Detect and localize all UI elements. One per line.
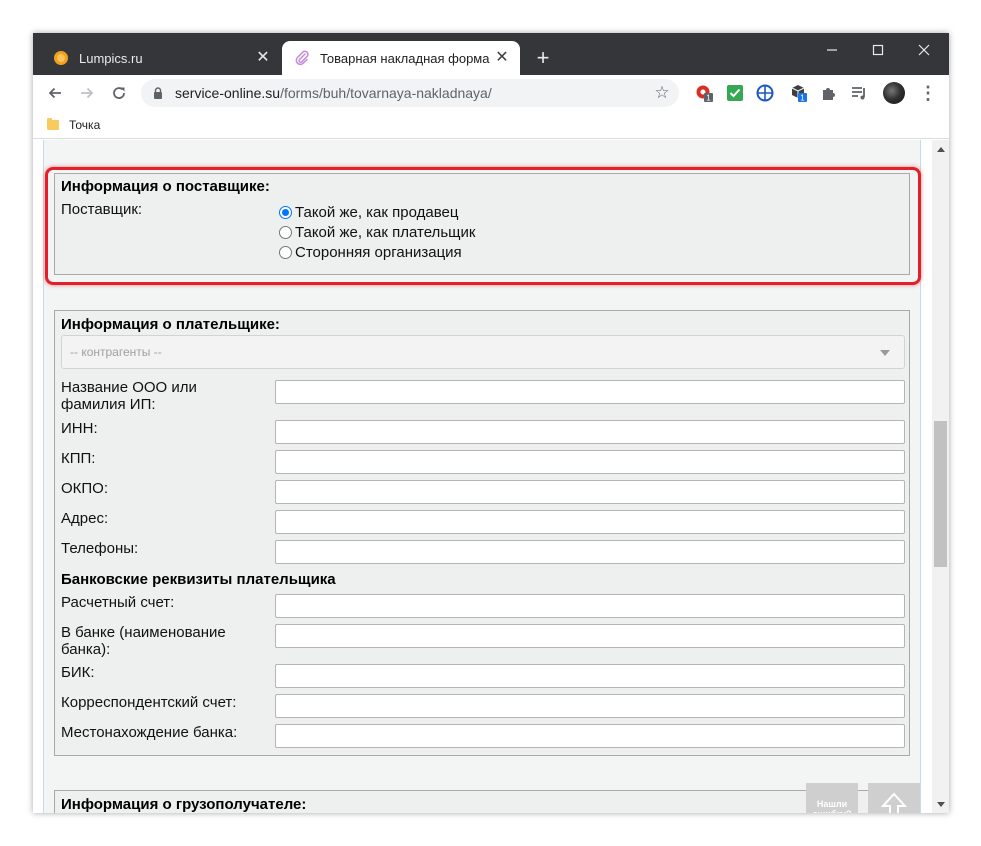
arrow-left-icon bbox=[48, 87, 61, 99]
consignee-title: Информация о грузополучателе: bbox=[61, 796, 307, 813]
tab-title: Lumpics.ru bbox=[79, 50, 143, 66]
arrow-up-icon bbox=[881, 792, 907, 813]
reload-icon bbox=[113, 87, 125, 99]
svg-text:1: 1 bbox=[706, 94, 711, 103]
payer-fieldset: Информация о плательщике: -- контрагенты… bbox=[54, 310, 910, 756]
field-label-bank-location: Местонахождение банка: bbox=[61, 724, 238, 741]
maximize-button[interactable] bbox=[855, 37, 901, 63]
extension-red-icon[interactable]: 1 bbox=[695, 83, 715, 103]
url-domain: service-online.su bbox=[175, 85, 281, 101]
folder-icon bbox=[47, 118, 59, 130]
payer-title: Информация о плательщике: bbox=[61, 316, 280, 333]
tab-nakladnaya[interactable]: Товарная накладная форма № ✕ bbox=[282, 41, 520, 75]
field-label-okpo: ОКПО: bbox=[61, 480, 109, 497]
bookmark-star-icon[interactable]: ☆ bbox=[653, 84, 671, 102]
field-label-bik: БИК: bbox=[61, 664, 95, 681]
bank-name-input[interactable] bbox=[275, 624, 905, 648]
field-label-bank-name: В банке (наименование банка): bbox=[61, 624, 226, 658]
puzzle-icon[interactable] bbox=[819, 83, 839, 103]
form-container: Информация о поставщике: Поставщик: Тако… bbox=[43, 140, 921, 813]
okpo-input[interactable] bbox=[275, 480, 905, 504]
scrollbar-thumb[interactable] bbox=[934, 421, 947, 567]
kpp-input[interactable] bbox=[275, 450, 905, 474]
new-tab-button[interactable]: + bbox=[531, 47, 555, 71]
contractors-select[interactable]: -- контрагенты -- bbox=[61, 335, 905, 369]
lock-icon bbox=[151, 87, 165, 99]
tab-lumpics[interactable]: Lumpics.ru ✕ bbox=[41, 41, 281, 75]
media-queue-icon[interactable] bbox=[849, 83, 869, 103]
tab-title: Товарная накладная форма № bbox=[320, 50, 494, 66]
url-path: /forms/buh/tovarnaya-nakladnaya/ bbox=[280, 85, 492, 101]
company-name-input[interactable] bbox=[275, 380, 905, 404]
page-viewport: Информация о поставщике: Поставщик: Тако… bbox=[33, 140, 932, 813]
field-label-inn: ИНН: bbox=[61, 420, 98, 437]
field-label-account: Расчетный счет: bbox=[61, 594, 175, 611]
account-input[interactable] bbox=[275, 594, 905, 618]
scroll-down-arrow-icon[interactable] bbox=[932, 796, 949, 813]
field-label-phones: Телефоны: bbox=[61, 540, 139, 557]
radio-label: Такой же, как продавец bbox=[295, 203, 459, 221]
back-button[interactable] bbox=[41, 79, 69, 107]
tab-strip: Lumpics.ru ✕ Товарная накладная форма № … bbox=[33, 33, 949, 75]
radio-same-as-payer[interactable]: Такой же, как плательщик bbox=[279, 222, 475, 242]
chevron-down-icon bbox=[880, 350, 890, 356]
vertical-scrollbar[interactable] bbox=[932, 140, 949, 813]
field-label-address: Адрес: bbox=[61, 510, 109, 527]
close-window-button[interactable] bbox=[901, 37, 947, 63]
bookmark-folder-tochka[interactable]: Точка bbox=[47, 115, 100, 135]
field-label-corr-account: Корреспондентский счет: bbox=[61, 694, 237, 711]
close-tab-icon[interactable]: ✕ bbox=[494, 50, 510, 66]
phones-input[interactable] bbox=[275, 540, 905, 564]
report-error-label: Нашли ошибку? bbox=[812, 799, 851, 813]
browser-menu-icon[interactable]: ⋮ bbox=[919, 83, 937, 103]
forward-button[interactable] bbox=[73, 79, 101, 107]
orange-circle-icon bbox=[53, 50, 69, 66]
scroll-to-top-button[interactable] bbox=[868, 783, 920, 813]
extension-globe-icon[interactable] bbox=[755, 83, 775, 103]
paperclip-icon bbox=[294, 50, 310, 66]
radio-label: Такой же, как плательщик bbox=[295, 223, 476, 241]
radio-button[interactable] bbox=[279, 225, 292, 239]
supplier-title: Информация о поставщике: bbox=[61, 178, 270, 195]
report-error-button[interactable]: Нашли ошибку? bbox=[806, 783, 858, 813]
extension-check-icon[interactable] bbox=[725, 83, 745, 103]
browser-toolbar: service-online.su/forms/buh/tovarnaya-na… bbox=[33, 75, 949, 111]
scroll-up-arrow-icon[interactable] bbox=[932, 140, 949, 157]
bank-location-input[interactable] bbox=[275, 724, 905, 748]
profile-avatar[interactable] bbox=[883, 82, 905, 104]
bik-input[interactable] bbox=[275, 664, 905, 688]
svg-text:1: 1 bbox=[800, 94, 805, 103]
minimize-button[interactable] bbox=[809, 37, 855, 63]
inn-input[interactable] bbox=[275, 420, 905, 444]
reload-button[interactable] bbox=[105, 79, 133, 107]
extension-cube-icon[interactable]: 1 bbox=[789, 83, 809, 103]
radio-button[interactable] bbox=[279, 205, 292, 219]
radio-label: Сторонняя организация bbox=[295, 243, 462, 261]
address-input[interactable] bbox=[275, 510, 905, 534]
bank-details-title: Банковские реквизиты плательщика bbox=[61, 571, 336, 588]
address-bar[interactable]: service-online.su/forms/buh/tovarnaya-na… bbox=[141, 79, 679, 107]
select-placeholder: -- контрагенты -- bbox=[70, 345, 162, 359]
arrow-right-icon bbox=[81, 87, 94, 99]
field-label-company-name: Название ООО или фамилия ИП: bbox=[61, 379, 197, 413]
radio-same-as-seller[interactable]: Такой же, как продавец bbox=[279, 202, 458, 222]
bookmarks-bar: Точка bbox=[33, 111, 949, 139]
bookmark-label: Точка bbox=[69, 118, 101, 132]
field-label-kpp: КПП: bbox=[61, 450, 96, 467]
radio-third-party[interactable]: Сторонняя организация bbox=[279, 242, 462, 262]
supplier-label: Поставщик: bbox=[61, 201, 143, 218]
close-tab-icon[interactable]: ✕ bbox=[255, 50, 271, 66]
supplier-fieldset: Информация о поставщике: Поставщик: Тако… bbox=[54, 173, 910, 275]
consignee-fieldset: Информация о грузополучателе: bbox=[54, 790, 910, 813]
browser-window: Lumpics.ru ✕ Товарная накладная форма № … bbox=[33, 33, 949, 813]
radio-button[interactable] bbox=[279, 245, 292, 259]
corr-account-input[interactable] bbox=[275, 694, 905, 718]
